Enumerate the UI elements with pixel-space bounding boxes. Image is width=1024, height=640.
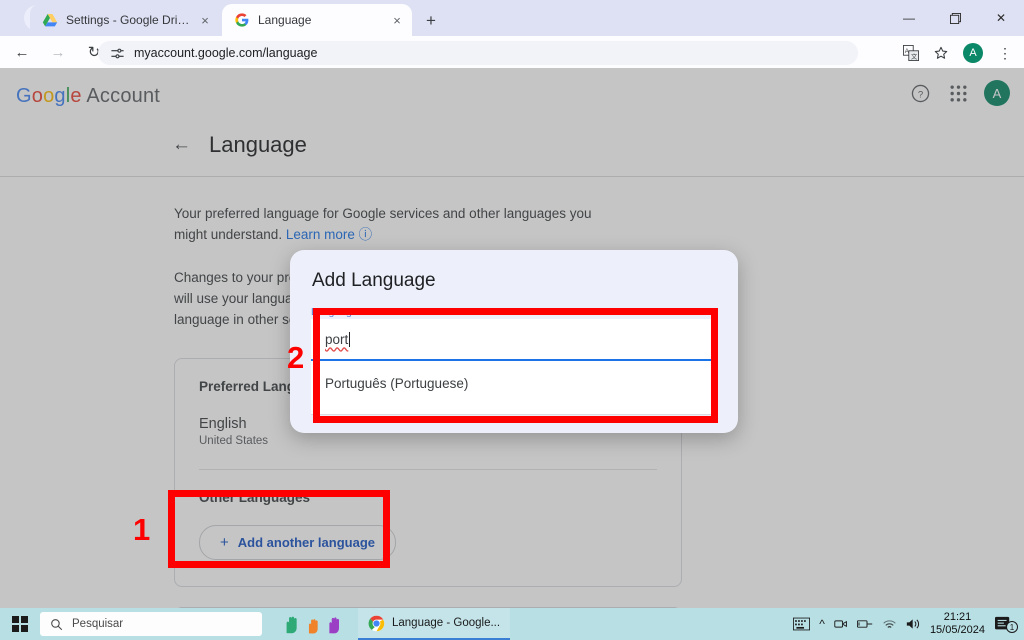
taskbar-item-chrome[interactable]: Language - Google... <box>358 608 511 640</box>
drive-icon <box>42 14 58 27</box>
dialog-title: Add Language <box>312 270 436 291</box>
profile-avatar[interactable]: A <box>963 43 983 63</box>
translate-icon[interactable]: A 文 <box>898 40 924 66</box>
new-tab-button[interactable]: + <box>420 9 442 31</box>
taskbar-search-placeholder: Pesquisar <box>72 618 124 630</box>
back-button[interactable]: ← <box>8 38 36 66</box>
windows-start-button[interactable] <box>0 616 40 632</box>
chevron-up-icon[interactable]: ^ <box>819 617 825 631</box>
taskbar-clock[interactable]: 21:21 15/05/2024 <box>930 611 985 637</box>
keyboard-icon[interactable] <box>793 617 811 631</box>
maximize-button[interactable] <box>932 0 978 36</box>
wifi-icon[interactable] <box>882 618 897 631</box>
forward-button[interactable]: → <box>44 38 72 66</box>
tab-title: Language <box>258 13 312 27</box>
usb-icon[interactable] <box>856 617 873 631</box>
address-bar[interactable]: myaccount.google.com/language <box>98 41 858 65</box>
clock-time: 21:21 <box>943 611 972 623</box>
screen: ˅ Settings - Google Drive × Language × + <box>0 0 1024 640</box>
toolbar-actions: A 文 A ⋮ <box>898 40 1018 66</box>
annotation-box-1 <box>168 490 390 568</box>
browser-tab-language[interactable]: Language × <box>222 4 412 36</box>
close-button[interactable]: ✕ <box>978 0 1024 36</box>
speaker-icon[interactable] <box>906 617 921 631</box>
taskbar-search-box[interactable]: Pesquisar <box>40 612 262 636</box>
browser-toolbar: ← → ↻ myaccount.google.com/language A 文 <box>0 36 1024 68</box>
annotation-number-1: 1 <box>133 512 151 547</box>
tune-icon[interactable] <box>110 46 125 61</box>
clock-date: 15/05/2024 <box>929 624 985 636</box>
star-icon[interactable] <box>928 40 954 66</box>
system-tray: ^ 21:21 15/05/2024 1 <box>793 608 1024 640</box>
tab-close-icon[interactable]: × <box>198 13 212 28</box>
chrome-icon <box>368 615 385 631</box>
taskbar-item-label: Language - Google... <box>392 617 501 629</box>
browser-tab-settings-google-drive[interactable]: Settings - Google Drive × <box>30 4 220 36</box>
camera-icon[interactable] <box>834 617 848 631</box>
annotation-number-2: 2 <box>287 340 305 375</box>
windows-start-icon <box>12 616 28 632</box>
notification-badge: 1 <box>1006 621 1018 633</box>
annotation-box-2 <box>313 308 718 423</box>
minimize-button[interactable]: — <box>886 0 932 36</box>
hands-widget-icon[interactable] <box>282 613 346 635</box>
tab-close-icon[interactable]: × <box>390 13 404 28</box>
svg-text:文: 文 <box>911 53 918 61</box>
magnifier-icon <box>51 618 63 630</box>
browser-tab-strip: ˅ Settings - Google Drive × Language × + <box>0 0 1024 36</box>
address-bar-url: myaccount.google.com/language <box>134 46 318 60</box>
notification-center-button[interactable]: 1 <box>994 616 1018 633</box>
google-g-icon <box>235 13 249 27</box>
tab-title: Settings - Google Drive <box>66 13 190 27</box>
kebab-menu-icon[interactable]: ⋮ <box>992 40 1018 66</box>
windows-taskbar: Pesquisar Language - Google... ^ 21:21 1… <box>0 608 1024 640</box>
maximize-icon <box>949 12 961 24</box>
window-controls: — ✕ <box>886 0 1024 36</box>
